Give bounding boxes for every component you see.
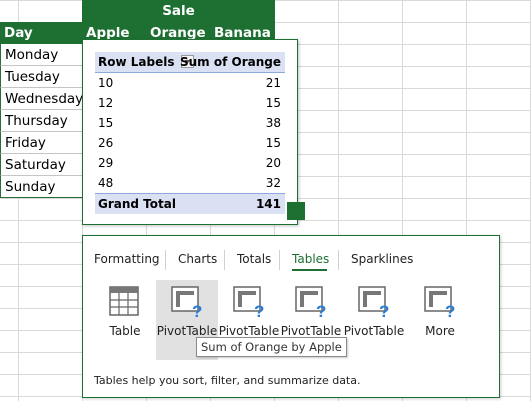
quick-analysis-gallery: Formatting Charts Totals Tables Sparklin… [82,235,500,398]
day-cell[interactable]: Wednesday [0,88,82,110]
quick-analysis-button[interactable] [287,202,305,220]
pivot-row: 26 15 [95,133,285,154]
row-label: 12 [98,96,114,110]
row-value: 15 [265,136,281,150]
day-cell[interactable]: Tuesday [0,66,82,88]
day-cell[interactable]: Thursday [0,110,82,132]
tab-divider [279,250,280,270]
grand-total-row: Grand Total 141 [95,193,285,214]
day-cell[interactable]: Monday [0,44,82,66]
pivottable-button-label: PivotTable [343,324,405,338]
pivot-row: 10 21 [95,73,285,94]
day-cell[interactable]: Sunday [0,176,82,198]
table-icon [109,286,139,316]
pivottable-icon: ? [233,286,264,318]
sale-header-cell[interactable]: Sale [82,0,275,22]
pivot-row: 29 20 [95,153,285,174]
row-value: 21 [265,76,281,90]
row-labels-header: Row Labels [98,55,175,69]
more-button[interactable]: ? More [409,280,471,360]
day-header-cell[interactable]: Day [0,22,82,44]
svg-text:?: ? [192,302,202,318]
gallery-description: Tables help you sort, filter, and summar… [94,374,361,387]
row-label: 29 [98,156,114,170]
pivot-preview-panel: Row Labels Sum of Orange 10 21 12 15 15 38 … [82,39,298,225]
row-value: 15 [265,96,281,110]
tab-tables[interactable]: Tables [292,252,329,266]
row-label: 10 [98,76,114,90]
pivottable-icon: ? [358,286,389,318]
pivot-row: 12 15 [95,93,285,114]
tab-divider [165,250,166,270]
svg-text:?: ? [316,302,326,318]
grand-total-value: 141 [255,197,281,211]
pivottable-button-label: PivotTable [156,324,218,338]
day-cell[interactable]: Saturday [0,154,82,176]
row-label: 48 [98,176,114,190]
row-value: 20 [265,156,281,170]
svg-text:?: ? [379,302,389,318]
day-cell[interactable]: Friday [0,132,82,154]
table-button-label: Table [109,324,141,338]
row-label: 15 [98,116,114,130]
pivot-header-row: Row Labels Sum of Orange [95,52,285,73]
more-tables-icon: ? [424,286,455,318]
pivottable-button-label: PivotTable [218,324,280,338]
tab-sparklines[interactable]: Sparklines [351,252,413,266]
row-label: 26 [98,136,114,150]
tab-charts[interactable]: Charts [178,252,217,266]
pivottable-tooltip: Sum of Orange by Apple [196,337,347,357]
tab-formatting[interactable]: Formatting [94,252,160,266]
row-value: 38 [265,116,281,130]
sum-of-orange-header: Sum of Orange [180,55,281,69]
more-button-label: More [425,324,455,338]
grand-total-label: Grand Total [98,197,176,211]
tab-divider [224,250,225,270]
pivottable-button-4[interactable]: ? PivotTable [339,280,409,360]
pivottable-icon: ? [171,286,202,318]
tab-tables-underline [292,269,327,271]
tab-divider [338,250,339,270]
pivot-row: 48 32 [95,173,285,194]
pivottable-icon: ? [295,286,326,318]
pivottable-button-label: PivotTable [280,324,342,338]
tab-totals[interactable]: Totals [237,252,271,266]
pivot-row: 15 38 [95,113,285,134]
row-value: 32 [265,176,281,190]
svg-text:?: ? [445,302,455,318]
svg-text:?: ? [254,302,264,318]
table-button[interactable]: Table [94,280,156,360]
